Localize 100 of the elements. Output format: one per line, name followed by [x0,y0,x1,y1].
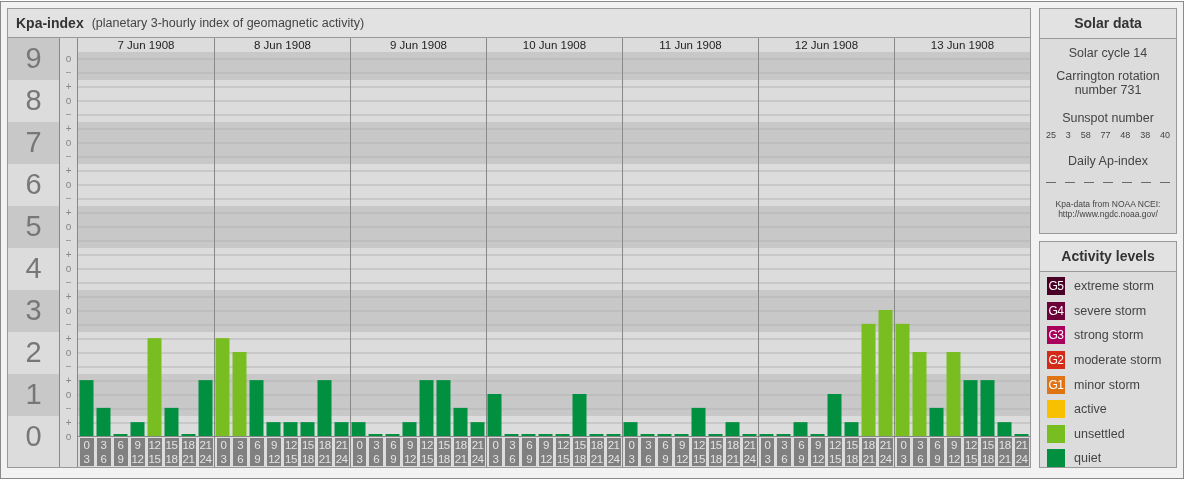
time-label: 3 6 [641,438,656,466]
time-label: 9 12 [130,438,145,466]
time-label: 18 21 [861,438,876,466]
time-label: 0 3 [352,438,367,466]
ap-value: — [1160,176,1170,187]
time-label: 15 18 [164,438,179,466]
time-label: 15 18 [708,438,723,466]
tick-label: + [64,164,73,178]
panel-title: Activity levels [1040,242,1176,272]
time-label: 12 15 [556,438,570,466]
kp-bar [300,422,315,436]
axis-label: 5 [8,205,60,248]
ap-value: — [1084,176,1094,187]
tick-label: o [64,94,73,108]
kp-bar [827,394,842,436]
axis-label: 3 [8,289,60,332]
time-label: 12 15 [420,438,434,466]
chart-title: Kpa-index [16,15,84,31]
storm-level-badge: G4 [1047,301,1065,320]
tick-label: o [64,262,73,276]
time-label: 9 12 [947,438,961,466]
kp-bar [691,407,706,436]
kp-bar [963,380,978,436]
tick-label: + [64,248,73,262]
kp-bar [453,407,468,436]
tick-label: + [64,416,73,430]
kp-bar [725,422,740,436]
axis-label: 0 [24,419,43,455]
legend-label: severe storm [1074,303,1147,318]
tick-label: o [64,430,73,444]
time-label: 3 6 [369,438,384,466]
time-label: 12 15 [284,438,298,466]
ap-value: — [1065,176,1075,187]
time-label: 0 3 [760,438,775,466]
tick-label: + [64,332,73,346]
storm-level-badge: G3 [1047,326,1065,345]
time-label: 9 12 [267,438,281,466]
tick-label: − [64,276,73,290]
time-label: 3 6 [777,438,792,466]
sunspot-value: 77 [1100,130,1111,140]
axis-label: 8 [24,83,43,119]
time-label: 6 9 [930,438,945,466]
source-link[interactable]: http://www.ngdc.noaa.gov/ [1058,209,1158,219]
time-label: 6 9 [250,438,265,466]
tick-label: o [64,52,73,66]
time-label: 21 24 [742,438,757,466]
tick-label: + [64,374,73,388]
kp-bar [929,407,944,436]
sunspot-value: 38 [1140,130,1151,140]
kp-bar [572,394,587,436]
tick-label: o [64,388,73,402]
axis-label: 2 [24,335,43,371]
kp-bar [402,422,417,436]
time-label: 6 9 [658,438,673,466]
chart-subtitle: (planetary 3-hourly index of geomagnetic activity) [91,16,365,30]
time-label: 9 12 [811,438,825,466]
time-label: 0 3 [216,438,231,466]
legend-label: minor storm [1074,377,1140,392]
kp-bar [130,422,145,436]
axis-label: 9 [8,38,60,80]
kp-bar [419,380,434,436]
kp-bar [96,407,111,436]
sunspot-value: 40 [1159,130,1170,140]
time-label: 15 18 [980,438,995,466]
kp-bar [317,380,332,436]
time-label: 0 3 [488,438,503,466]
time-label: 18 21 [181,438,196,466]
kp-bar [266,422,281,436]
ap-value: — [1122,176,1132,187]
time-label: 6 9 [113,438,128,466]
kp-bar [164,407,179,436]
storm-level-badge: G1 [1047,375,1065,394]
legend-label: unsettled [1074,426,1125,441]
kp-bar [334,422,349,436]
time-label: 15 18 [844,438,859,466]
time-label: 18 21 [997,438,1012,466]
tick-label: o [64,136,73,150]
tick-label: − [64,360,73,374]
time-label: 18 21 [453,438,468,466]
ap-value: — [1103,176,1113,187]
tick-label: − [64,234,73,248]
tick-label: o [64,220,73,234]
source-note: Kpa-data from NOAA NCEI: [1054,199,1162,209]
axis-label: 7 [8,121,60,164]
tick-label: + [64,206,73,220]
legend-label: strong storm [1074,328,1144,343]
tick-label: o [64,346,73,360]
time-label: 21 24 [878,438,893,466]
kp-bar [436,380,451,436]
kp-bar [980,380,995,436]
kp-bar [283,422,298,436]
time-label: 9 12 [539,438,553,466]
time-label: 12 15 [692,438,706,466]
time-label: 0 3 [624,438,639,466]
axis-label: 1 [8,373,60,416]
ap-value: — [1046,176,1056,187]
carrington-rotation: Carrington rotation number 731 [1055,69,1161,97]
time-label: 0 3 [896,438,911,466]
time-label: 9 12 [403,438,417,466]
time-label: 0 3 [79,438,94,466]
